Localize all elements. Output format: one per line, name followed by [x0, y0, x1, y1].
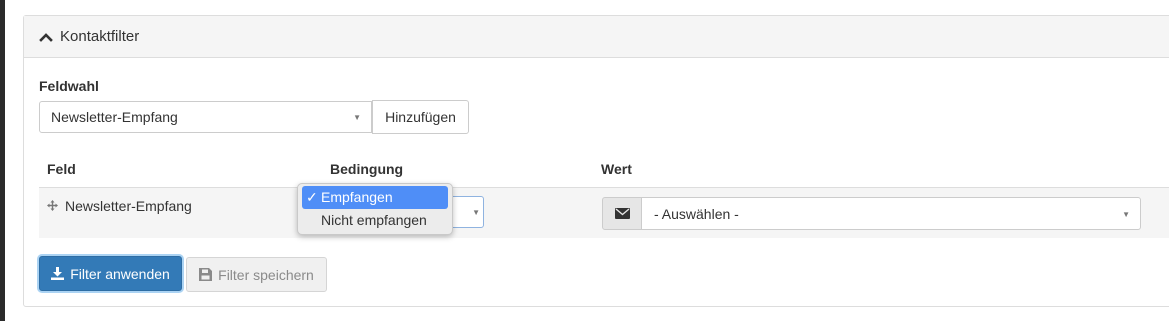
- condition-option-received[interactable]: ✓ Empfangen: [302, 186, 448, 209]
- apply-filter-label: Filter anwenden: [70, 265, 170, 282]
- table-header: Feld Bedingung Wert: [39, 151, 1169, 189]
- checkmark-icon: ✓: [306, 189, 318, 205]
- condition-option-label: Empfangen: [321, 189, 393, 205]
- column-header-value: Wert: [601, 161, 632, 177]
- select-caret-icon: ▼: [1122, 210, 1130, 219]
- select-caret-icon: ▼: [353, 113, 361, 122]
- envelope-icon: [614, 208, 630, 219]
- value-select[interactable]: - Auswählen - ▼: [641, 197, 1141, 230]
- panel-title: Kontaktfilter: [60, 28, 140, 45]
- apply-filter-button[interactable]: Filter anwenden: [39, 256, 182, 291]
- row-field-name: Newsletter-Empfang: [65, 198, 192, 214]
- contact-filter-panel: Kontaktfilter Feldwahl Newsletter-Empfan…: [23, 15, 1169, 307]
- chevron-up-icon[interactable]: [39, 32, 53, 42]
- field-selection-select[interactable]: Newsletter-Empfang ▼: [39, 101, 372, 133]
- save-filter-button[interactable]: Filter speichern: [186, 257, 327, 292]
- value-addon[interactable]: [602, 197, 642, 230]
- field-selection-label: Feldwahl: [39, 78, 99, 94]
- table-row: Newsletter-Empfang ▼ - Auswählen - ▼: [39, 188, 1169, 238]
- condition-option-not-received[interactable]: Nicht empfangen: [302, 209, 448, 232]
- condition-dropdown-menu: ✓ Empfangen Nicht empfangen: [297, 183, 453, 235]
- field-selection-value: Newsletter-Empfang: [51, 109, 178, 125]
- add-button[interactable]: Hinzufügen: [372, 100, 469, 134]
- select-caret-icon: ▼: [472, 208, 480, 217]
- column-header-condition: Bedingung: [330, 161, 404, 177]
- value-select-placeholder: - Auswählen -: [654, 205, 739, 222]
- panel-heading[interactable]: Kontaktfilter: [24, 16, 1169, 58]
- floppy-disk-icon: [199, 268, 213, 281]
- window-edge: [0, 0, 5, 321]
- condition-option-label: Nicht empfangen: [321, 212, 427, 228]
- move-icon[interactable]: [47, 200, 58, 211]
- column-header-field: Feld: [47, 161, 76, 177]
- save-filter-label: Filter speichern: [218, 266, 314, 283]
- download-icon: [51, 267, 65, 280]
